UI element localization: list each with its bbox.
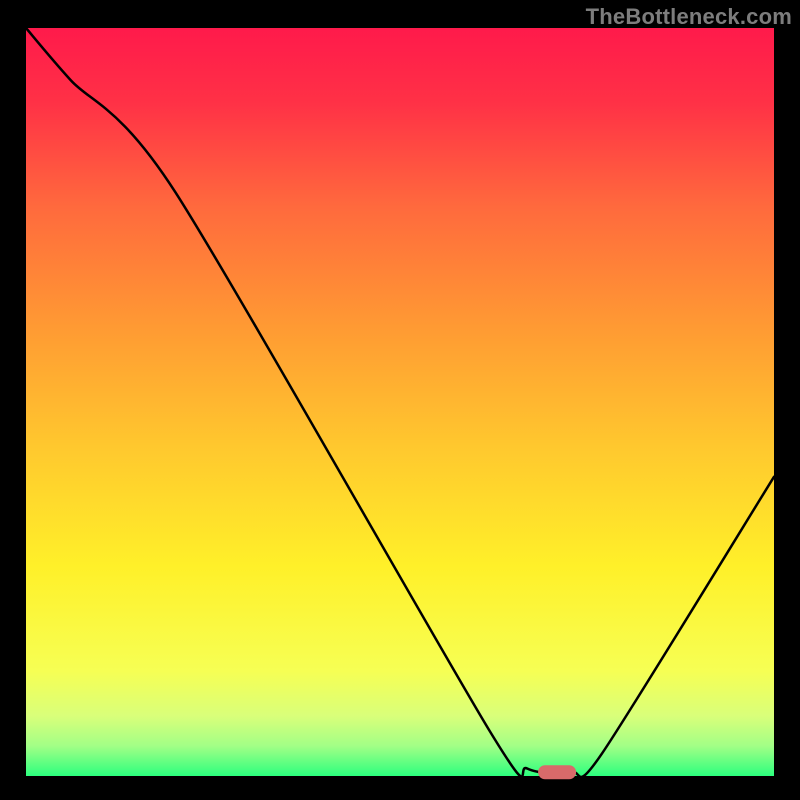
bottleneck-chart-svg xyxy=(0,0,800,800)
watermark-text: TheBottleneck.com xyxy=(586,4,792,30)
optimum-marker xyxy=(538,765,576,779)
chart-container: { "watermark": "TheBottleneck.com", "cha… xyxy=(0,0,800,800)
